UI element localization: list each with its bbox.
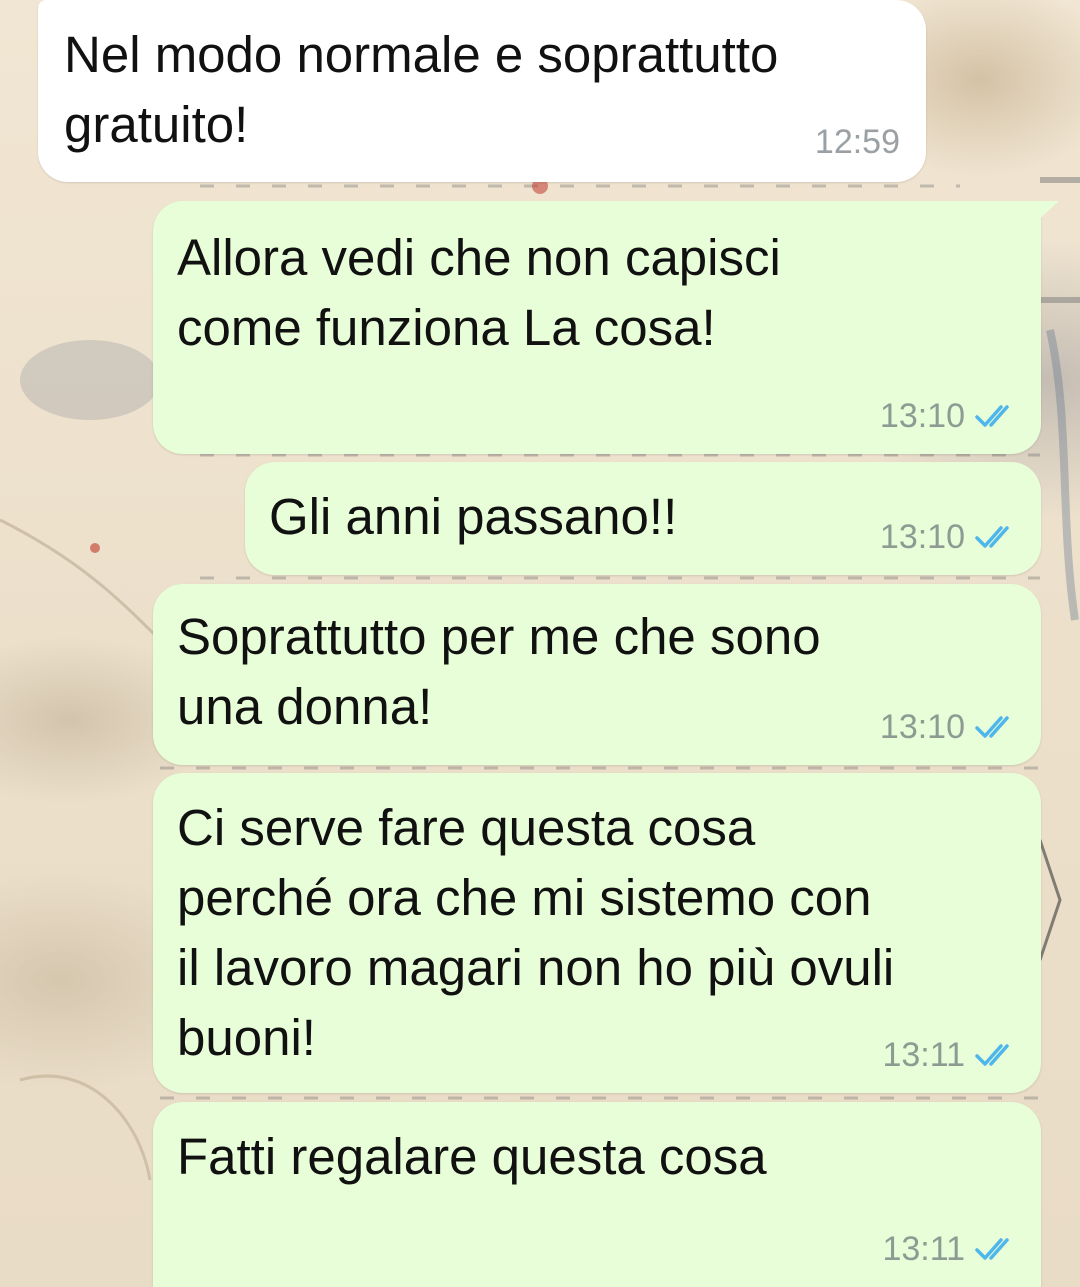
message-meta: 13:11 [882,1035,1019,1075]
message-time: 12:59 [814,123,900,161]
message-text: Fatti regalare questa cosa [177,1128,767,1185]
message-meta: 13:10 [880,707,1019,747]
double-check-icon [975,526,1009,548]
message-text: Ci serve fare questa cosa perché ora che… [177,799,895,1066]
message-meta: 12:59 [815,122,900,162]
message-time: 13:11 [882,1036,965,1074]
message-meta: 13:10 [880,396,1019,436]
message-time: 13:11 [882,1230,965,1268]
double-check-icon [975,405,1009,427]
message-bubble-outgoing[interactable]: Gli anni passano!! 13:10 [245,462,1041,575]
message-bubble-incoming[interactable]: Nel modo normale e soprattutto gratuito!… [38,0,926,182]
message-text: Gli anni passano!! [269,488,678,545]
message-time: 13:10 [879,708,965,746]
message-time: 13:10 [879,518,965,556]
message-bubble-outgoing[interactable]: Soprattutto per me che sono una donna! 1… [153,584,1041,765]
message-time: 13:10 [879,397,965,435]
message-text: Nel modo normale e soprattutto gratuito! [64,26,779,153]
message-meta: 13:10 [880,517,1019,557]
message-bubble-outgoing[interactable]: Allora vedi che non capisci come funzion… [153,201,1059,454]
double-check-icon [975,1044,1009,1066]
double-check-icon [975,1238,1009,1260]
bubble-tail-icon [1033,201,1059,225]
message-text: Allora vedi che non capisci come funzion… [177,229,781,356]
message-meta: 13:11 [882,1229,1019,1269]
message-bubble-outgoing[interactable]: Ci serve fare questa cosa perché ora che… [153,773,1041,1093]
message-bubble-outgoing[interactable]: Fatti regalare questa cosa 13:11 [153,1102,1041,1287]
double-check-icon [975,716,1009,738]
